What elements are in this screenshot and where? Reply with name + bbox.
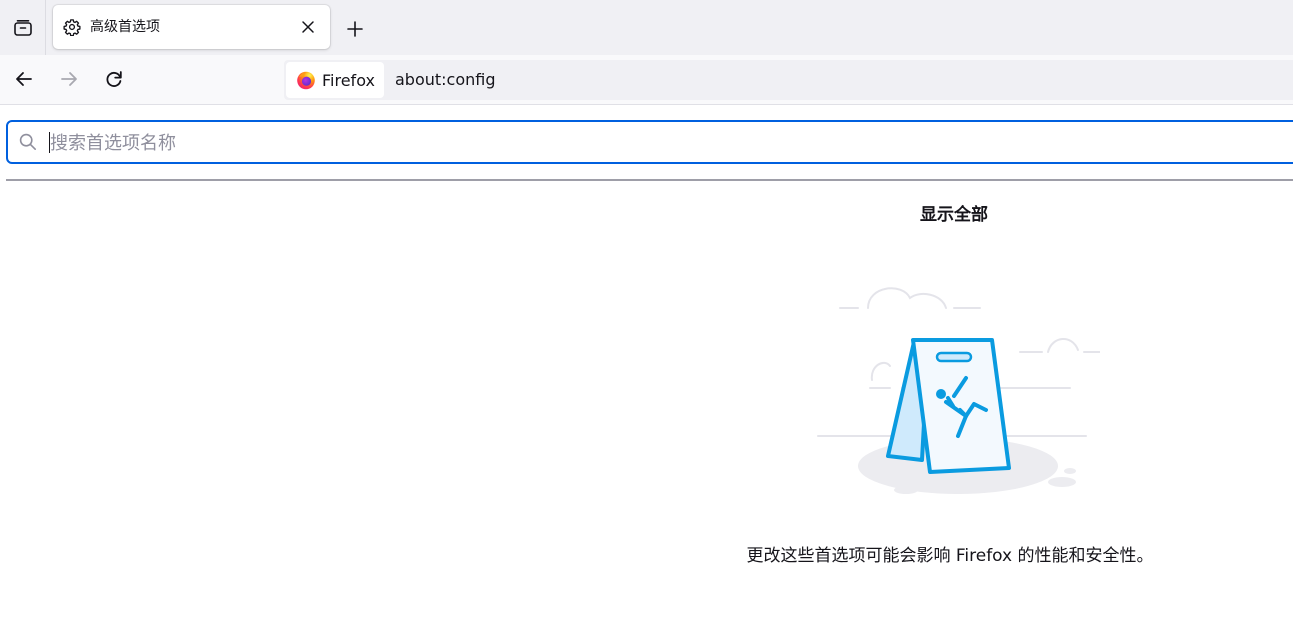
reload-button[interactable] [102,67,126,91]
forward-button[interactable] [57,67,81,91]
warning-message: 更改这些首选项可能会影响 Firefox 的性能和安全性。 [746,546,1154,566]
reload-icon [106,71,122,87]
tab-manager-button[interactable] [0,0,46,55]
plus-icon [347,21,363,37]
search-icon [19,133,36,150]
arrow-right-icon [61,72,77,86]
preference-search-input[interactable] [48,127,1252,159]
caution-sign-illustration [817,287,1100,494]
navigation-toolbar: Firefox about:config [0,55,1293,105]
show-all-button[interactable]: 显示全部 [854,204,1054,226]
firefox-logo-icon [297,71,315,90]
tab-close-button[interactable] [298,17,318,37]
text-caret [49,132,50,153]
close-icon [302,21,314,33]
tab-strip: 高级首选项 [0,0,1293,55]
tab-title: 高级首选项 [90,19,160,35]
url-text[interactable]: about:config [395,70,496,90]
identity-label: Firefox [322,70,375,90]
new-tab-button[interactable] [343,17,367,41]
identity-box[interactable]: Firefox [286,62,384,98]
tab-advanced-preferences[interactable]: 高级首选项 [53,5,330,49]
tab-manager-icon [13,19,32,36]
preference-search-box[interactable] [6,120,1293,164]
gear-icon [63,19,81,36]
back-button[interactable] [12,67,36,91]
url-bar[interactable]: Firefox about:config [284,60,1293,100]
arrow-left-icon [16,72,32,86]
search-divider [6,179,1293,181]
